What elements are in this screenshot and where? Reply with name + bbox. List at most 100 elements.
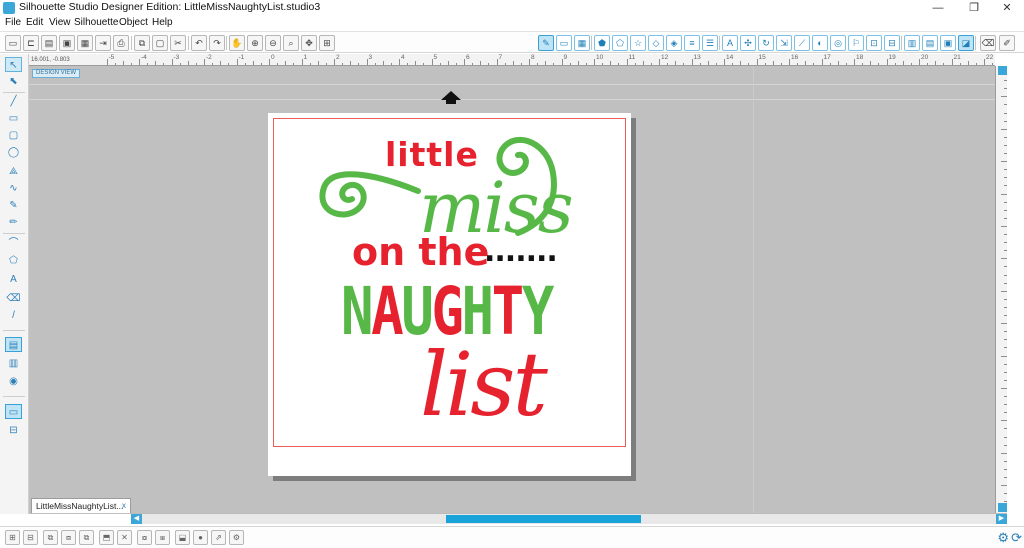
open-library-icon[interactable]: ▤: [41, 35, 57, 51]
line-tool-icon[interactable]: ╱: [5, 94, 22, 109]
knife-icon[interactable]: ✐: [999, 35, 1015, 51]
knife-tool-icon[interactable]: /: [5, 308, 22, 323]
shear-icon[interactable]: ⟋: [794, 35, 810, 51]
rounded-rectangle-tool-icon[interactable]: ▢: [5, 128, 22, 143]
layers-icon[interactable]: ◪: [958, 35, 974, 51]
paste-icon[interactable]: ▢: [152, 35, 168, 51]
duplicate-icon[interactable]: ⧉: [79, 530, 94, 545]
line-style-icon[interactable]: ☆: [630, 35, 646, 51]
align-icon[interactable]: ≡: [684, 35, 700, 51]
subtract-icon[interactable]: ⧆: [155, 530, 170, 545]
drag-zoom-icon[interactable]: ✥: [301, 35, 317, 51]
print-icon[interactable]: ⎙: [113, 35, 129, 51]
eraser-icon[interactable]: ⌫: [980, 35, 996, 51]
delete-icon[interactable]: ✕: [117, 530, 132, 545]
replicate-icon[interactable]: ☰: [702, 35, 718, 51]
menu-object[interactable]: Object: [119, 16, 148, 30]
menu-file[interactable]: File: [5, 16, 21, 30]
curve-tool-icon[interactable]: ∿: [5, 181, 22, 196]
send-to-library-icon[interactable]: ⇥: [95, 35, 111, 51]
rotate-icon[interactable]: ↻: [758, 35, 774, 51]
ungroup-icon[interactable]: ⊟: [23, 530, 38, 545]
send-to-back-icon[interactable]: ⬓: [175, 530, 190, 545]
scroll-up-arrow-icon[interactable]: [998, 66, 1007, 75]
group-icon[interactable]: ⊞: [5, 530, 20, 545]
rotate-view-icon[interactable]: ●: [193, 530, 208, 545]
design-view-icon[interactable]: ▭: [5, 404, 22, 419]
copy-icon[interactable]: ⧉: [134, 35, 150, 51]
design-text-on-the[interactable]: on the: [352, 233, 489, 271]
eraser-tool-icon[interactable]: ⌫: [5, 291, 22, 306]
design-text-dots[interactable]: .......: [484, 237, 558, 267]
settings-shortcut-icon[interactable]: ⚙: [229, 530, 244, 545]
transform-icon[interactable]: ✣: [740, 35, 756, 51]
regular-polygon-tool-icon[interactable]: ⬠: [5, 253, 22, 268]
save-icon[interactable]: ▣: [59, 35, 75, 51]
text-style-icon[interactable]: A: [722, 35, 738, 51]
offset-icon[interactable]: ◎: [830, 35, 846, 51]
bring-to-front-icon[interactable]: ⬒: [99, 530, 114, 545]
weld-icon[interactable]: ⧇: [137, 530, 152, 545]
store-panel-icon[interactable]: ▥: [5, 356, 22, 371]
open-icon[interactable]: ⊏: [23, 35, 39, 51]
design-text-list[interactable]: list: [420, 341, 548, 429]
store-icon[interactable]: ▤: [922, 35, 938, 51]
menu-edit[interactable]: Edit: [26, 16, 43, 30]
design-page[interactable]: little miss on the ....... NAUGHTY list: [268, 113, 631, 476]
document-tab[interactable]: LittleMissNaughtyList... x: [31, 498, 131, 513]
pan-hand-icon[interactable]: ✋: [229, 35, 245, 51]
zoom-select-icon[interactable]: ⌕: [283, 35, 299, 51]
select-tool-icon[interactable]: ↖: [5, 57, 22, 72]
restore-button[interactable]: ❐: [957, 0, 991, 16]
online-store-icon[interactable]: ◉: [5, 374, 22, 389]
freehand-tool-icon[interactable]: ✎: [5, 198, 22, 213]
zoom-out-icon[interactable]: ⊖: [265, 35, 281, 51]
page-setup-icon[interactable]: ▭: [556, 35, 572, 51]
design-page-icon[interactable]: ✎: [538, 35, 554, 51]
release-compound-icon[interactable]: ⧈: [61, 530, 76, 545]
redo-icon[interactable]: ↷: [209, 35, 225, 51]
library-icon[interactable]: ⊟: [884, 35, 900, 51]
new-document-icon[interactable]: ▭: [5, 35, 21, 51]
pencil-tool-icon[interactable]: ✏: [5, 215, 22, 230]
fill-color-icon[interactable]: ⬟: [594, 35, 610, 51]
horizontal-scroll-thumb[interactable]: [446, 515, 641, 523]
shadow-icon[interactable]: ◇: [648, 35, 664, 51]
zoom-in-icon[interactable]: ⊕: [247, 35, 263, 51]
save-as-icon[interactable]: ▦: [77, 35, 93, 51]
horizontal-scrollbar[interactable]: ◀ ▶: [131, 513, 1007, 524]
menu-view[interactable]: View: [49, 16, 71, 30]
line-color-icon[interactable]: ⬠: [612, 35, 628, 51]
cut-icon[interactable]: ✂: [170, 35, 186, 51]
gear-icon[interactable]: ⚙: [997, 530, 1009, 546]
scroll-right-arrow-icon[interactable]: ▶: [996, 514, 1007, 524]
cut-settings-icon[interactable]: ▣: [940, 35, 956, 51]
menu-help[interactable]: Help: [152, 16, 173, 30]
close-tab-icon[interactable]: x: [122, 499, 126, 513]
open-library-panel-icon[interactable]: ▤: [5, 337, 22, 352]
menu-silhouette[interactable]: Silhouette: [74, 16, 118, 30]
text-tool-icon[interactable]: A: [5, 272, 22, 287]
transform-shortcut-icon[interactable]: ⇗: [211, 530, 226, 545]
nesting-icon[interactable]: ⊡: [866, 35, 882, 51]
modify-icon[interactable]: ◐: [812, 35, 828, 51]
design-canvas[interactable]: DESIGN VIEW little miss on the ....... N…: [29, 66, 995, 514]
undo-icon[interactable]: ↶: [191, 35, 207, 51]
send-icon[interactable]: ▥: [904, 35, 920, 51]
compound-path-icon[interactable]: ⧉: [43, 530, 58, 545]
minimize-button[interactable]: —: [921, 0, 955, 16]
edit-points-icon[interactable]: ⬉: [5, 74, 22, 89]
image-effects-icon[interactable]: ◈: [666, 35, 682, 51]
polygon-tool-icon[interactable]: ⟁: [5, 164, 22, 179]
arc-tool-icon[interactable]: ⌒: [5, 236, 22, 251]
split-view-icon[interactable]: ⊟: [5, 423, 22, 438]
trace-icon[interactable]: ⚐: [848, 35, 864, 51]
refresh-icon[interactable]: ⟳: [1011, 530, 1022, 546]
scroll-left-arrow-icon[interactable]: ◀: [131, 514, 142, 524]
fit-to-page-icon[interactable]: ⊞: [319, 35, 335, 51]
scale-icon[interactable]: ⇲: [776, 35, 792, 51]
scroll-down-arrow-icon[interactable]: [998, 503, 1007, 512]
grid-icon[interactable]: ▦: [574, 35, 590, 51]
ellipse-tool-icon[interactable]: ◯: [5, 145, 22, 160]
close-button[interactable]: ✕: [990, 0, 1024, 16]
